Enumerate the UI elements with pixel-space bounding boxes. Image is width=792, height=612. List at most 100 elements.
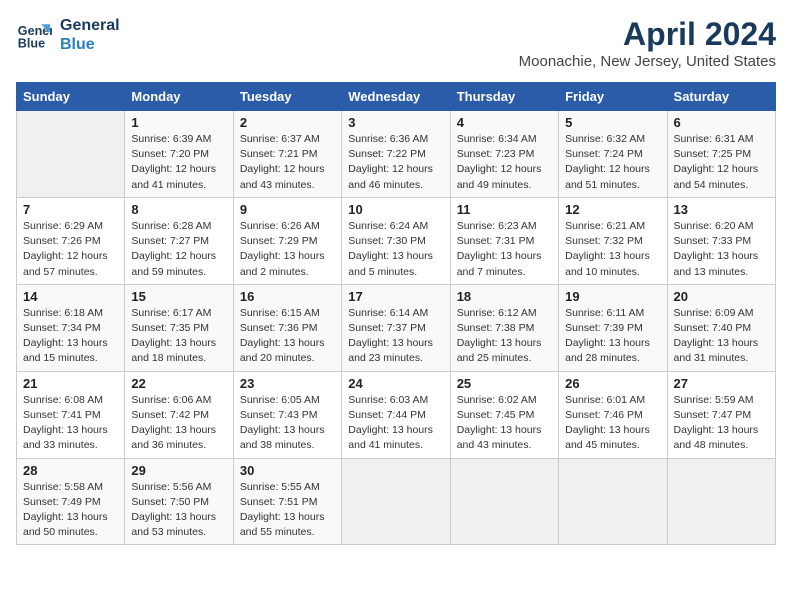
day-info-line: Daylight: 13 hours: [131, 511, 216, 523]
day-info-line: Sunrise: 6:24 AM: [348, 220, 428, 232]
day-info: Sunrise: 6:32 AMSunset: 7:24 PMDaylight:…: [565, 132, 660, 193]
calendar-cell: 9Sunrise: 6:26 AMSunset: 7:29 PMDaylight…: [233, 197, 341, 284]
day-info: Sunrise: 5:59 AMSunset: 7:47 PMDaylight:…: [674, 393, 769, 454]
day-info-line: Sunset: 7:36 PM: [240, 322, 318, 334]
day-number: 8: [131, 202, 226, 217]
day-info: Sunrise: 6:26 AMSunset: 7:29 PMDaylight:…: [240, 219, 335, 280]
day-info-line: Daylight: 13 hours: [348, 424, 433, 436]
day-info-line: Daylight: 12 hours: [565, 163, 650, 175]
day-number: 13: [674, 202, 769, 217]
day-info-line: Sunrise: 6:18 AM: [23, 307, 103, 319]
day-info-line: Daylight: 13 hours: [131, 337, 216, 349]
day-info-line: Sunset: 7:22 PM: [348, 148, 426, 160]
calendar-cell: [559, 458, 667, 545]
day-info-line: Sunrise: 6:12 AM: [457, 307, 537, 319]
day-info-line: Sunset: 7:41 PM: [23, 409, 101, 421]
calendar-cell: 16Sunrise: 6:15 AMSunset: 7:36 PMDayligh…: [233, 284, 341, 371]
day-info: Sunrise: 6:39 AMSunset: 7:20 PMDaylight:…: [131, 132, 226, 193]
day-number: 3: [348, 115, 443, 130]
calendar-cell: 6Sunrise: 6:31 AMSunset: 7:25 PMDaylight…: [667, 111, 775, 198]
day-info-line: and 55 minutes.: [240, 526, 315, 538]
day-info-line: Daylight: 12 hours: [348, 163, 433, 175]
day-info-line: Sunset: 7:27 PM: [131, 235, 209, 247]
calendar-body: 1 Sunrise: 6:39 AMSunset: 7:20 PMDaylight…: [17, 111, 776, 545]
day-info-line: and 43 minutes.: [457, 439, 532, 451]
day-info: Sunrise: 6:34 AMSunset: 7:23 PMDaylight:…: [457, 132, 552, 193]
day-number: 29: [131, 463, 226, 478]
calendar-cell: 8 Sunrise: 6:28 AM Sunset: 7:27 PM Daylight…: [125, 197, 233, 284]
page-header: General Blue General Blue April 2024 Moo…: [16, 16, 776, 70]
day-info-line: and 46 minutes.: [348, 179, 423, 191]
day-info: Sunrise: 6:20 AMSunset: 7:33 PMDaylight:…: [674, 219, 769, 280]
calendar-cell: 7 Sunrise: 6:29 AM Sunset: 7:26 PM Daylight…: [17, 197, 125, 284]
calendar-week-3: 14Sunrise: 6:18 AMSunset: 7:34 PMDayligh…: [17, 284, 776, 371]
logo: General Blue General Blue: [16, 16, 120, 54]
calendar-title: April 2024: [519, 16, 776, 53]
calendar-cell: 5 Sunrise: 6:32 AMSunset: 7:24 PMDaylight…: [559, 111, 667, 198]
day-number: 19: [565, 289, 660, 304]
day-number: 7: [23, 202, 118, 217]
calendar-cell: [17, 111, 125, 198]
day-info-line: and 45 minutes.: [565, 439, 640, 451]
header-row: SundayMondayTuesdayWednesdayThursdayFrid…: [17, 83, 776, 111]
day-number: 5: [565, 115, 660, 130]
day-number: 17: [348, 289, 443, 304]
day-info-line: and 48 minutes.: [674, 439, 749, 451]
day-info-line: Sunset: 7:32 PM: [565, 235, 643, 247]
day-info-line: Sunrise: 6:37 AM: [240, 133, 320, 145]
day-number: 23: [240, 376, 335, 391]
day-info-line: and 5 minutes.: [348, 266, 417, 278]
day-info-line: and 43 minutes.: [240, 179, 315, 191]
calendar-cell: 17Sunrise: 6:14 AMSunset: 7:37 PMDayligh…: [342, 284, 450, 371]
calendar-cell: 12Sunrise: 6:21 AMSunset: 7:32 PMDayligh…: [559, 197, 667, 284]
day-info-line: Sunrise: 6:34 AM: [457, 133, 537, 145]
day-info-line: and 20 minutes.: [240, 352, 315, 364]
day-info-line: Daylight: 13 hours: [565, 424, 650, 436]
day-info-line: Sunset: 7:29 PM: [240, 235, 318, 247]
day-info-line: and 53 minutes.: [131, 526, 206, 538]
calendar-week-2: 7 Sunrise: 6:29 AM Sunset: 7:26 PM Daylight…: [17, 197, 776, 284]
day-number: 30: [240, 463, 335, 478]
svg-text:Blue: Blue: [18, 37, 45, 51]
day-info-line: and 10 minutes.: [565, 266, 640, 278]
day-info-line: Sunset: 7:42 PM: [131, 409, 209, 421]
day-info-line: Daylight: 13 hours: [457, 424, 542, 436]
day-info-line: Sunrise: 6:03 AM: [348, 394, 428, 406]
day-info-line: Daylight: 12 hours: [23, 250, 108, 262]
day-number: 22: [131, 376, 226, 391]
day-info-line: Sunrise: 6:36 AM: [348, 133, 428, 145]
day-info: Sunrise: 5:58 AMSunset: 7:49 PMDaylight:…: [23, 480, 118, 541]
day-number: 1: [131, 115, 226, 130]
day-info-line: and 33 minutes.: [23, 439, 98, 451]
day-info: Sunrise: 6:03 AM Sunset: 7:44 PM Daylight:…: [348, 393, 443, 454]
day-info-line: Sunset: 7:38 PM: [457, 322, 535, 334]
day-info: Sunrise: 6:28 AM Sunset: 7:27 PM Daylight:…: [131, 219, 226, 280]
day-info: Sunrise: 6:09 AMSunset: 7:40 PMDaylight:…: [674, 306, 769, 367]
day-info-line: Sunrise: 6:15 AM: [240, 307, 320, 319]
logo-icon: General Blue: [16, 17, 52, 53]
day-info-line: Sunset: 7:26 PM: [23, 235, 101, 247]
day-info-line: Sunrise: 6:05 AM: [240, 394, 320, 406]
day-info-line: and 7 minutes.: [457, 266, 526, 278]
day-info: Sunrise: 6:05 AMSunset: 7:43 PMDaylight:…: [240, 393, 335, 454]
day-number: 2: [240, 115, 335, 130]
calendar-cell: 22Sunrise: 6:06 AMSunset: 7:42 PMDayligh…: [125, 371, 233, 458]
day-info-line: and 13 minutes.: [674, 266, 749, 278]
calendar-cell: 29 Sunrise: 5:56 AMSunset: 7:50 PMDayligh…: [125, 458, 233, 545]
day-info: Sunrise: 6:18 AMSunset: 7:34 PMDaylight:…: [23, 306, 118, 367]
day-info-line: Sunrise: 6:28 AM: [131, 220, 211, 232]
day-info-line: Sunrise: 5:56 AM: [131, 481, 211, 493]
day-info-line: Daylight: 13 hours: [240, 250, 325, 262]
day-number: 10: [348, 202, 443, 217]
day-info-line: Sunset: 7:23 PM: [457, 148, 535, 160]
calendar-cell: 1 Sunrise: 6:39 AMSunset: 7:20 PMDaylight…: [125, 111, 233, 198]
day-info-line: and 15 minutes.: [23, 352, 98, 364]
day-info-line: Daylight: 13 hours: [565, 337, 650, 349]
calendar-subtitle: Moonachie, New Jersey, United States: [519, 53, 776, 70]
day-info-line: Sunrise: 5:59 AM: [674, 394, 754, 406]
day-info-line: Sunset: 7:44 PM: [348, 409, 426, 421]
calendar-cell: 23 Sunrise: 6:05 AMSunset: 7:43 PMDayligh…: [233, 371, 341, 458]
day-info: Sunrise: 5:56 AMSunset: 7:50 PMDaylight:…: [131, 480, 226, 541]
day-info-line: Daylight: 12 hours: [131, 250, 216, 262]
day-info-line: Sunrise: 6:29 AM: [23, 220, 103, 232]
